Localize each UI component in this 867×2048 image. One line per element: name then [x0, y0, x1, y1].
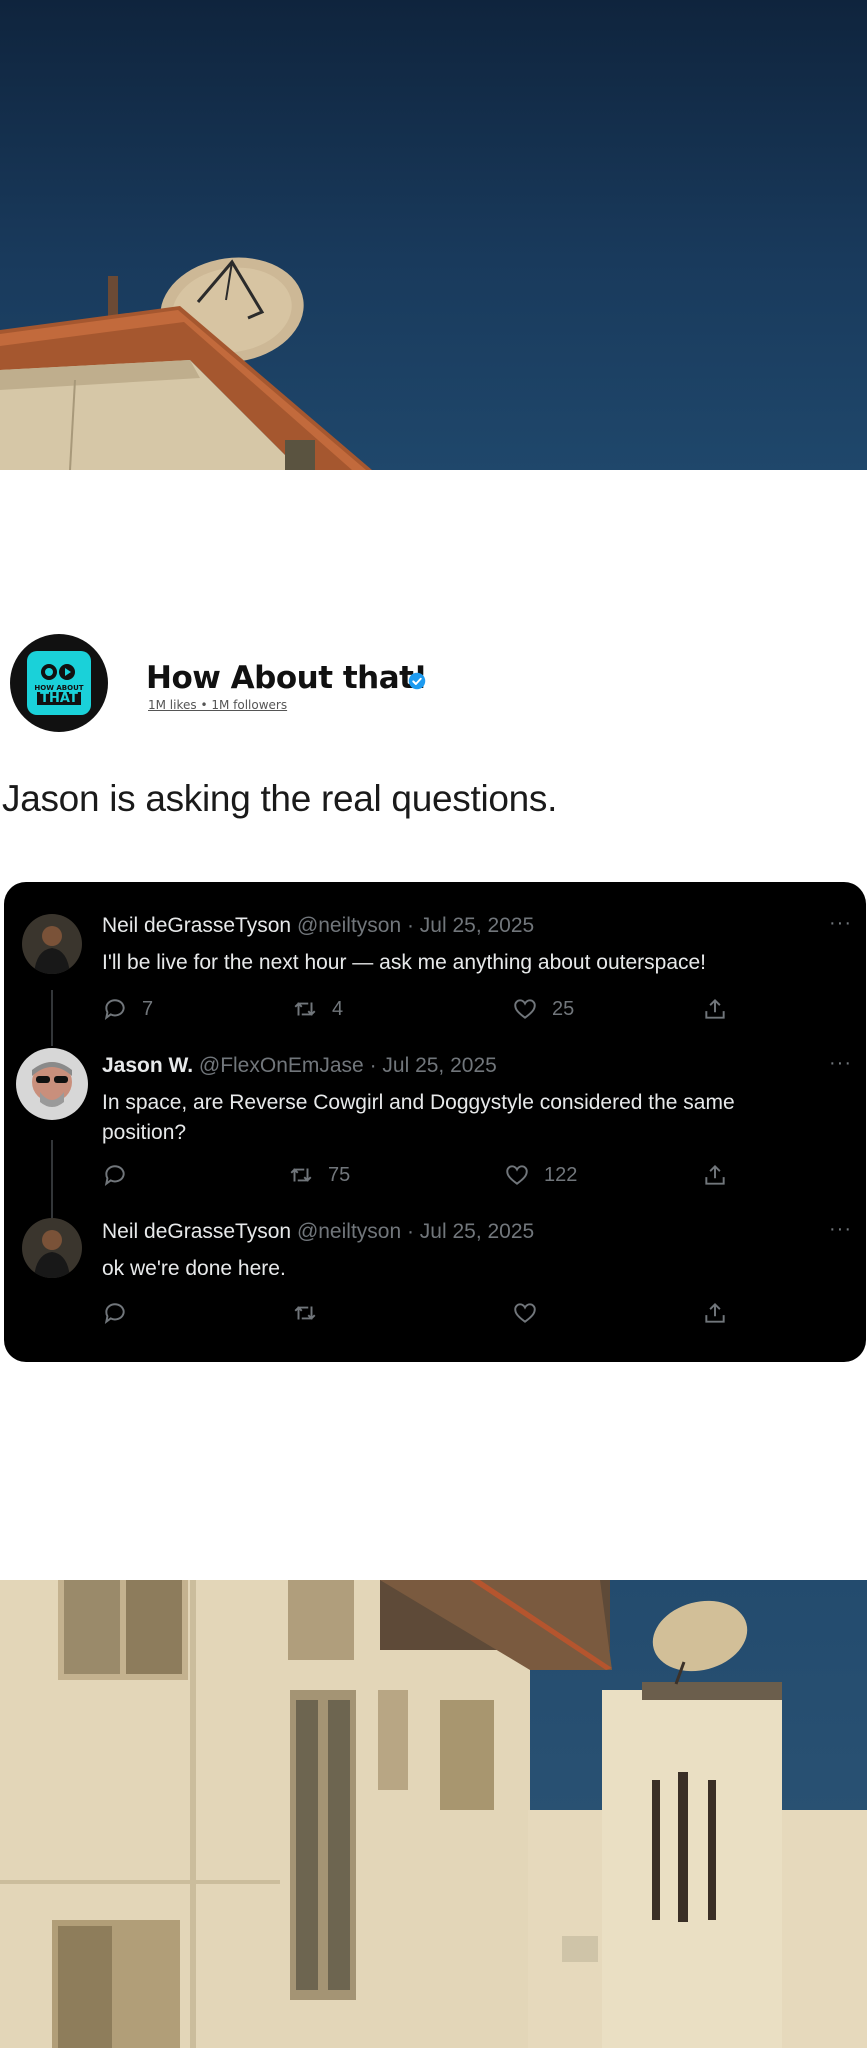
reply-button[interactable] [102, 1300, 142, 1326]
heart-icon [514, 999, 536, 1019]
share-icon [705, 998, 725, 1019]
reply-icon [104, 999, 125, 1020]
tweet-meta: @neiltyson · Jul 25, 2025 [296, 1220, 535, 1243]
heart-icon [514, 1303, 536, 1323]
tweet-text: ok we're done here. [102, 1257, 286, 1280]
tweet-meta: @FlexOnEmJase · Jul 25, 2025 [198, 1054, 497, 1077]
share-icon [705, 1302, 725, 1323]
retweet-button[interactable]: 4 [292, 996, 343, 1022]
retweet-button[interactable]: 75 [288, 1162, 350, 1188]
reply-button[interactable]: 7 [102, 996, 153, 1022]
page-name[interactable]: How About that! [146, 660, 428, 696]
reply-icon [104, 1303, 125, 1324]
more-options-icon[interactable]: ··· [829, 1218, 852, 1241]
tweet-author-name[interactable]: Neil deGrasseTyson [102, 1220, 291, 1243]
tweet-meta: @neiltyson · Jul 25, 2025 [296, 914, 535, 937]
retweet-icon [294, 1306, 316, 1320]
tweet-author-name[interactable]: Neil deGrasseTyson [102, 914, 291, 937]
retweet-icon [294, 1002, 316, 1016]
brand-logo: HOW ABOUT THAT [27, 651, 91, 715]
tweet-header: Neil deGrasseTyson @neiltyson · Jul 25, … [102, 1220, 534, 1244]
jason-avatar[interactable] [16, 1048, 88, 1120]
page-stats[interactable]: 1M likes • 1M followers [148, 698, 287, 712]
buildings-image [0, 1580, 867, 2048]
like-count: 122 [544, 1163, 578, 1186]
tweet-text: I'll be live for the next hour — ask me … [102, 951, 707, 974]
tweet-author-name[interactable]: Jason W. [102, 1054, 193, 1077]
building-roof-image [0, 257, 372, 470]
heart-icon [506, 1165, 528, 1185]
retweet-button[interactable] [292, 1300, 332, 1326]
page-avatar[interactable]: HOW ABOUT THAT [10, 634, 108, 732]
like-button[interactable]: 122 [504, 1162, 577, 1188]
share-button[interactable] [702, 1162, 742, 1188]
reply-button[interactable] [102, 1162, 142, 1188]
person-avatar-icon [22, 1218, 82, 1278]
share-button[interactable] [702, 996, 742, 1022]
share-button[interactable] [702, 1300, 742, 1326]
logo-text-bottom: THAT [37, 692, 81, 705]
retweet-icon [290, 1168, 312, 1182]
share-icon [705, 1164, 725, 1185]
bottom-photo [0, 1580, 867, 2048]
retweet-count: 4 [332, 997, 344, 1020]
person-avatar-icon [22, 914, 82, 974]
tweet-text-line: In space, are Reverse Cowgirl and Doggys… [102, 1091, 735, 1114]
camera-icon [41, 664, 75, 680]
person-avatar-icon [16, 1048, 88, 1120]
reply-icon [104, 1165, 125, 1186]
top-photo [0, 0, 867, 470]
more-options-icon[interactable]: ··· [829, 912, 852, 935]
retweet-count: 75 [328, 1163, 351, 1186]
tweet-text-line: position? [102, 1121, 187, 1144]
like-count: 25 [552, 997, 575, 1020]
like-button[interactable] [512, 1300, 552, 1326]
like-button[interactable]: 25 [512, 996, 574, 1022]
reply-count: 7 [142, 997, 154, 1020]
tweet-thread-card: Neil deGrasseTyson @neiltyson · Jul 25, … [4, 882, 866, 1362]
thread-line [51, 990, 53, 1046]
tweet-text: In space, are Reverse Cowgirl and Doggys… [102, 1088, 802, 1148]
verified-badge-icon [408, 672, 426, 690]
tweet-header: Neil deGrasseTyson @neiltyson · Jul 25, … [102, 914, 534, 938]
more-options-icon[interactable]: ··· [829, 1052, 852, 1075]
neil-avatar[interactable] [22, 914, 82, 974]
tweet-header: Jason W. @FlexOnEmJase · Jul 25, 2025 [102, 1054, 497, 1078]
post-caption: Jason is asking the real questions. [2, 778, 558, 819]
neil-avatar[interactable] [22, 1218, 82, 1278]
